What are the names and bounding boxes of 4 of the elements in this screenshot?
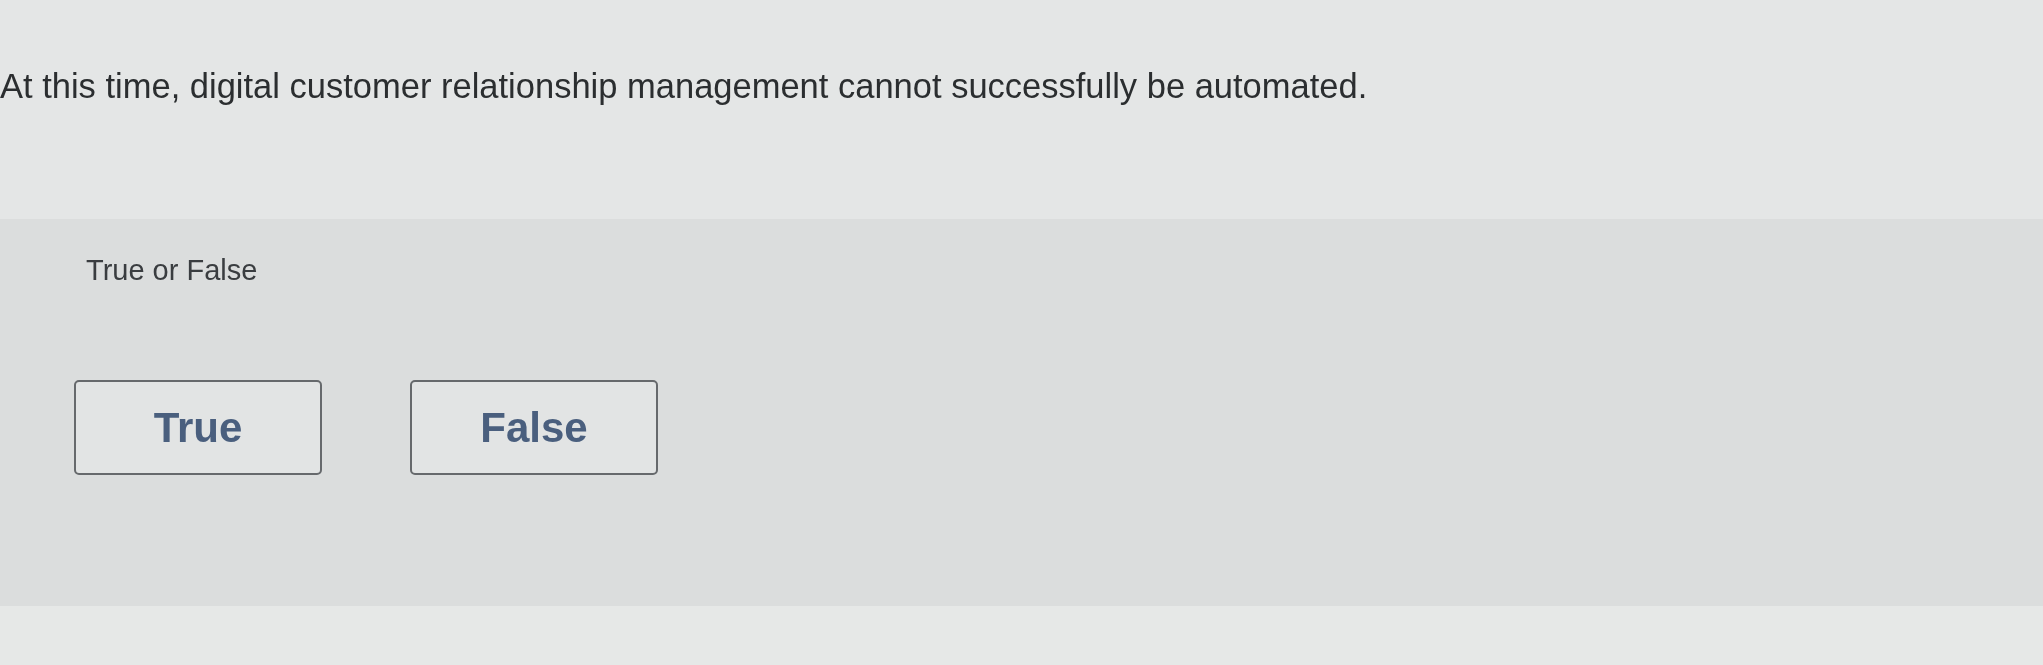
- answer-option-button[interactable]: False: [410, 380, 658, 475]
- answer-option-button[interactable]: True: [74, 380, 322, 475]
- prompt-text: True or False: [86, 254, 258, 286]
- question-text: At this time, digital customer relationship management cannot successfully be automated.: [0, 66, 1368, 107]
